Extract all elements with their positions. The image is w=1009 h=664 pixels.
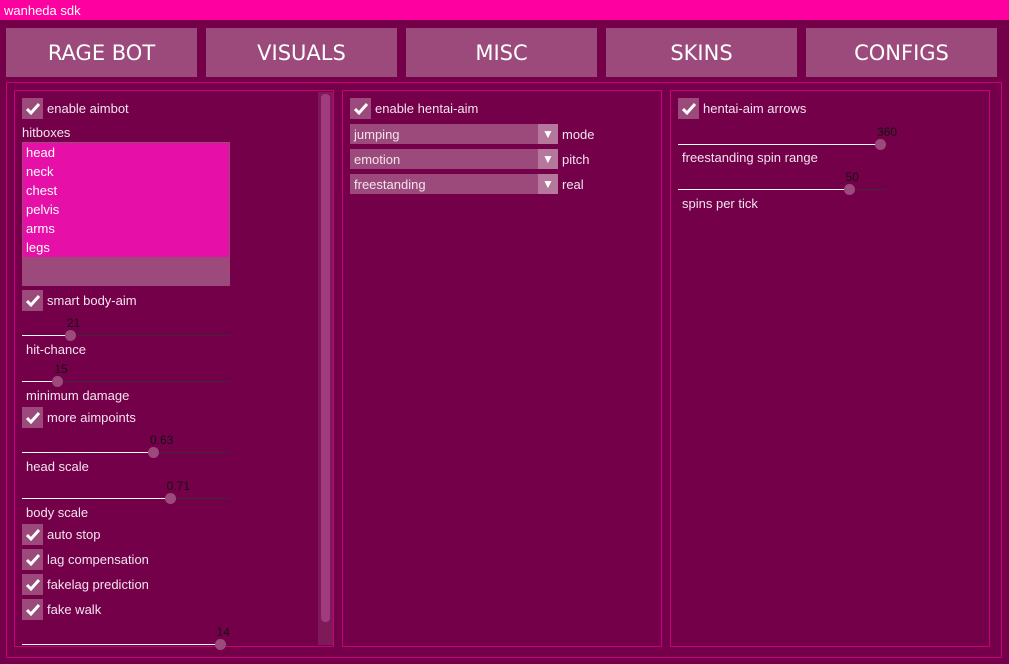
check-icon: [22, 599, 43, 620]
hit-chance-slider[interactable]: 21: [22, 316, 230, 342]
mode-dropdown[interactable]: jumping ▼: [350, 124, 558, 144]
body-scale-label: body scale: [26, 505, 89, 520]
spins-per-tick-value: 50: [845, 170, 859, 184]
slider-knob[interactable]: [64, 330, 76, 341]
minimum-damage-slider[interactable]: 15: [22, 362, 230, 388]
enable-aimbot-checkbox[interactable]: enable aimbot: [22, 98, 129, 119]
check-icon: [22, 574, 43, 595]
slider-fill: [22, 335, 70, 336]
hitbox-item[interactable]: legs: [23, 238, 229, 257]
hitbox-item[interactable]: chest: [23, 181, 229, 200]
tab-skins[interactable]: SKINS: [606, 28, 797, 77]
smart-body-aim-checkbox[interactable]: smart body-aim: [22, 290, 137, 311]
fakelag-prediction-label: fakelag prediction: [47, 577, 149, 592]
lag-compensation-label: lag compensation: [47, 552, 149, 567]
fake-walk-speed-value: 14: [216, 625, 230, 639]
enable-hentai-aim-label: enable hentai-aim: [375, 101, 479, 116]
tab-visuals[interactable]: VISUALS: [206, 28, 397, 77]
enable-aimbot-label: enable aimbot: [47, 101, 129, 116]
check-icon: [22, 98, 43, 119]
more-aimpoints-checkbox[interactable]: more aimpoints: [22, 407, 136, 428]
body-scale-slider[interactable]: 0.71: [22, 479, 230, 505]
spins-per-tick-slider[interactable]: 50: [678, 170, 886, 196]
hentai-aim-arrows-checkbox[interactable]: hentai-aim arrows: [678, 98, 806, 119]
pitch-label: pitch: [562, 152, 590, 167]
real-label: real: [562, 177, 584, 192]
dropdown-value: emotion: [354, 152, 401, 167]
hitboxes-label: hitboxes: [22, 125, 71, 140]
fake-walk-checkbox[interactable]: fake walk: [22, 599, 101, 620]
spin-range-label: freestanding spin range: [682, 150, 818, 165]
tab-rage-bot[interactable]: RAGE BOT: [6, 28, 197, 77]
hitbox-item[interactable]: arms: [23, 219, 229, 238]
pitch-dropdown[interactable]: emotion ▼: [350, 149, 558, 169]
slider-knob[interactable]: [52, 376, 64, 387]
minimum-damage-value: 15: [54, 362, 68, 376]
fake-walk-speed-slider[interactable]: 14: [22, 625, 230, 651]
freestanding-spin-range-value: 360: [877, 125, 898, 139]
hitbox-item[interactable]: pelvis: [23, 200, 229, 219]
head-scale-label: head scale: [26, 459, 89, 474]
spins-per-tick-label: spins per tick: [682, 196, 758, 211]
head-scale-value: 0.63: [150, 433, 174, 447]
chevron-down-icon[interactable]: ▼: [538, 124, 558, 144]
slider-fill: [22, 452, 154, 453]
head-scale-slider[interactable]: 0.63: [22, 433, 230, 459]
chevron-down-icon[interactable]: ▼: [538, 174, 558, 194]
dropdown-value: jumping: [354, 127, 400, 142]
slider-knob[interactable]: [843, 184, 855, 195]
slider-fill: [678, 144, 880, 145]
hitboxes-list[interactable]: head neck chest pelvis arms legs: [22, 142, 230, 286]
scrollbar-thumb[interactable]: [321, 94, 330, 622]
fakelag-prediction-checkbox[interactable]: fakelag prediction: [22, 574, 149, 595]
check-icon: [350, 98, 371, 119]
lag-compensation-checkbox[interactable]: lag compensation: [22, 549, 149, 570]
chevron-down-icon[interactable]: ▼: [538, 149, 558, 169]
dropdown-value: freestanding: [354, 177, 426, 192]
hentai-aim-arrows-label: hentai-aim arrows: [703, 101, 807, 116]
minimum-damage-label: minimum damage: [26, 388, 130, 403]
hitbox-item[interactable]: head: [23, 143, 229, 162]
enable-hentai-aim-checkbox[interactable]: enable hentai-aim: [350, 98, 478, 119]
hitbox-item[interactable]: neck: [23, 162, 229, 181]
mode-label: mode: [562, 127, 595, 142]
slider-fill: [678, 189, 849, 190]
slider-knob[interactable]: [148, 447, 160, 458]
check-icon: [22, 524, 43, 545]
check-icon: [22, 407, 43, 428]
arrows-panel: [670, 90, 990, 647]
scrollbar[interactable]: [318, 92, 333, 645]
tab-misc[interactable]: MISC: [406, 28, 597, 77]
more-aimpoints-label: more aimpoints: [47, 410, 136, 425]
slider-knob[interactable]: [875, 139, 886, 150]
slider-fill: [22, 498, 170, 499]
smart-body-aim-label: smart body-aim: [47, 293, 137, 308]
slider-knob[interactable]: [214, 639, 226, 650]
slider-knob[interactable]: [164, 493, 176, 504]
real-dropdown[interactable]: freestanding ▼: [350, 174, 558, 194]
check-icon: [22, 549, 43, 570]
slider-fill: [22, 644, 220, 645]
tab-configs[interactable]: CONFIGS: [806, 28, 997, 77]
auto-stop-checkbox[interactable]: auto stop: [22, 524, 101, 545]
hit-chance-label: hit-chance: [26, 342, 86, 357]
auto-stop-label: auto stop: [47, 527, 101, 542]
check-icon: [22, 290, 43, 311]
hit-chance-value: 21: [66, 316, 81, 330]
title-bar: wanheda sdk: [0, 0, 1009, 20]
check-icon: [678, 98, 699, 119]
body-scale-value: 0.71: [166, 479, 191, 493]
fake-walk-label: fake walk: [47, 602, 102, 617]
